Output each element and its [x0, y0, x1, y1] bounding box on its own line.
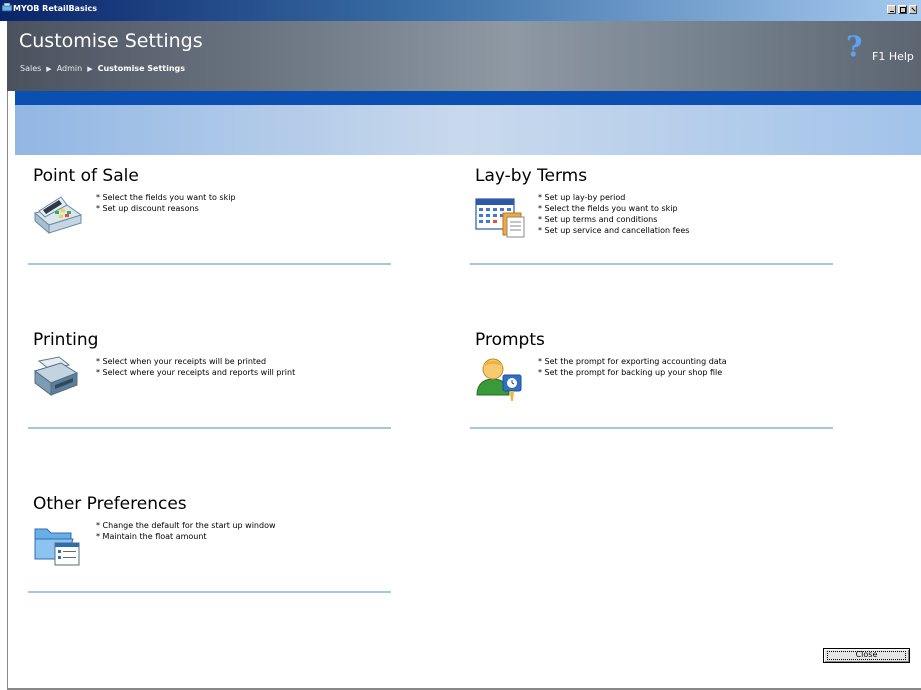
chevron-right-icon: ▶	[46, 65, 52, 73]
section-items: * Set the prompt for exporting accountin…	[538, 356, 727, 378]
list-item: * Select where your receipts and reports…	[96, 368, 296, 377]
chevron-right-icon: ▶	[87, 65, 93, 73]
list-item: * Set the prompt for backing up your sho…	[538, 368, 723, 377]
section-title[interactable]: Other Preferences	[33, 494, 187, 514]
user-clock-icon[interactable]	[475, 355, 525, 403]
list-item: * Select the fields you want to skip	[96, 193, 236, 202]
section-divider	[28, 591, 391, 593]
breadcrumb-item-admin[interactable]: Admin	[57, 64, 83, 73]
section-divider	[470, 263, 833, 265]
minimize-button[interactable]	[887, 5, 896, 14]
folder-preferences-icon[interactable]	[33, 519, 83, 567]
calendar-document-icon[interactable]	[475, 191, 525, 239]
maximize-button[interactable]	[898, 5, 907, 14]
banner-band	[15, 105, 921, 155]
close-icon	[911, 7, 916, 12]
close-button-label: Close	[855, 650, 878, 659]
section-items: * Select when your receipts will be prin…	[96, 356, 295, 378]
section-title[interactable]: Point of Sale	[33, 166, 139, 186]
cash-register-icon[interactable]	[33, 191, 83, 239]
list-item: * Set up discount reasons	[96, 204, 199, 213]
list-item: * Set up lay-by period	[538, 193, 626, 202]
window-titlebar[interactable]: MYOB RetailBasics	[0, 0, 921, 21]
help-question-icon[interactable]: ?	[846, 30, 862, 63]
section-items: * Select the fields you want to skip * S…	[96, 192, 236, 214]
breadcrumb-item-current: Customise Settings	[97, 64, 186, 73]
breadcrumb: Sales ▶ Admin ▶ Customise Settings	[20, 64, 185, 73]
accent-bar	[15, 91, 921, 105]
list-item: * Change the default for the start up wi…	[96, 521, 276, 530]
section-title[interactable]: Prompts	[475, 330, 545, 350]
breadcrumb-item-sales[interactable]: Sales	[20, 64, 41, 73]
f1-help-link[interactable]: F1 Help	[872, 50, 914, 63]
app-icon	[2, 3, 12, 12]
close-button[interactable]: Close	[823, 648, 910, 663]
page-header: Customise Settings Sales ▶ Admin ▶ Customise…	[7, 21, 921, 91]
section-title[interactable]: Printing	[33, 330, 98, 350]
page-title: Customise Settings	[19, 30, 203, 52]
list-item: * Set up terms and conditions	[538, 215, 658, 224]
content-frame	[7, 91, 921, 690]
list-item: * Select the fields you want to skip	[538, 204, 678, 213]
list-item: * Maintain the float amount	[96, 532, 207, 541]
close-window-button[interactable]	[909, 5, 917, 14]
section-divider	[28, 427, 391, 429]
list-item: * Set up service and cancellation fees	[538, 226, 690, 235]
section-divider	[28, 263, 391, 265]
section-title[interactable]: Lay-by Terms	[475, 166, 587, 186]
window-title: MYOB RetailBasics	[13, 4, 97, 13]
printer-icon[interactable]	[33, 355, 83, 403]
list-item: * Set the prompt for exporting accountin…	[538, 357, 727, 366]
section-items: * Change the default for the start up wi…	[96, 520, 276, 542]
list-item: * Select when your receipts will be prin…	[96, 357, 267, 366]
section-divider	[470, 427, 833, 429]
minimize-icon	[890, 11, 894, 12]
section-items: * Set up lay-by period * Select the fiel…	[538, 192, 689, 236]
